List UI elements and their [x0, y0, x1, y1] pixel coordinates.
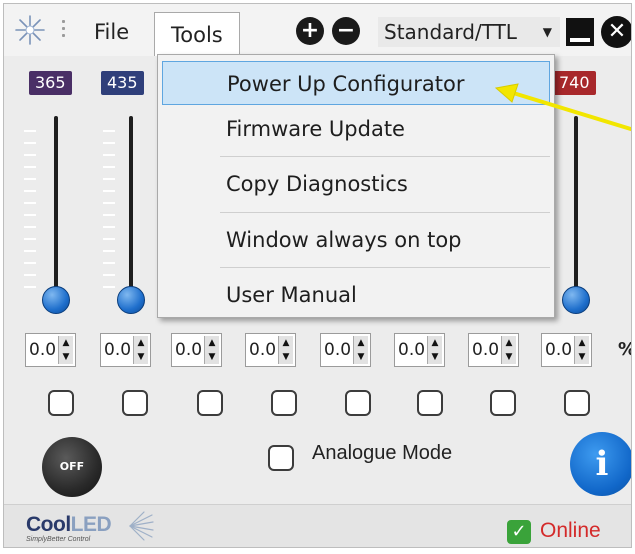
spinner-arrows-icon[interactable]: ▲ ▼	[204, 336, 219, 364]
coolled-logo: CoolLED	[26, 513, 112, 536]
channel-checkbox[interactable]	[48, 390, 74, 416]
channel-checkbox[interactable]	[417, 390, 443, 416]
intensity-value: 0.0	[398, 340, 426, 360]
app-logo-icon	[15, 15, 45, 45]
percent-unit-label: %	[618, 339, 631, 360]
intensity-value: 0.0	[29, 340, 57, 360]
intensity-value: 0.0	[324, 340, 352, 360]
analogue-mode-label: Analogue Mode	[312, 442, 453, 464]
intensity-spinner[interactable]: 0.0 ▲ ▼	[25, 333, 76, 367]
connection-status: Online	[540, 519, 601, 542]
intensity-value: 0.0	[104, 340, 132, 360]
analogue-mode-checkbox[interactable]	[268, 445, 294, 471]
intensity-spinner[interactable]: 0.0 ▲ ▼	[541, 333, 592, 367]
spinner-arrows-icon[interactable]: ▲ ▼	[427, 336, 442, 364]
minimize-icon	[570, 38, 590, 42]
coolled-control-window: File Tools + − Standard/TTL ▼ ✕ 365 435 …	[3, 3, 632, 548]
off-button[interactable]: OFF	[42, 437, 102, 497]
menu-item-user-manual[interactable]: User Manual	[162, 273, 550, 317]
wavelength-badge-435: 435	[101, 71, 144, 95]
checkmark-icon: ✓	[507, 520, 531, 544]
intensity-spinner[interactable]: 0.0 ▲ ▼	[245, 333, 296, 367]
slider-handle[interactable]	[42, 286, 70, 314]
close-button[interactable]: ✕	[601, 16, 631, 48]
intensity-spinner[interactable]: 0.0 ▲ ▼	[171, 333, 222, 367]
intensity-spinner[interactable]: 0.0 ▲ ▼	[320, 333, 371, 367]
intensity-value: 0.0	[472, 340, 500, 360]
mode-select[interactable]: Standard/TTL ▼	[378, 17, 560, 47]
intensity-spinner[interactable]: 0.0 ▲ ▼	[100, 333, 151, 367]
menu-tools[interactable]: Tools	[154, 12, 240, 56]
menu-separator	[220, 156, 550, 157]
spinner-arrows-icon[interactable]: ▲ ▼	[58, 336, 73, 364]
slider-scale	[103, 130, 115, 298]
status-footer: CoolLED SimplyBetter Control ✓ Online	[4, 504, 631, 547]
menu-grip-icon	[62, 20, 66, 40]
channel-checkbox[interactable]	[345, 390, 371, 416]
channel-checkbox[interactable]	[271, 390, 297, 416]
remove-icon[interactable]: −	[332, 17, 360, 45]
menu-bar: File Tools + − Standard/TTL ▼ ✕	[4, 4, 631, 56]
slider-track[interactable]	[54, 116, 58, 306]
spinner-arrows-icon[interactable]: ▲ ▼	[278, 336, 293, 364]
slider-handle[interactable]	[562, 286, 590, 314]
minimize-button[interactable]	[566, 18, 594, 46]
logo-burst-icon	[129, 511, 154, 541]
channel-checkbox[interactable]	[122, 390, 148, 416]
spinner-arrows-icon[interactable]: ▲ ▼	[574, 336, 589, 364]
intensity-value: 0.0	[249, 340, 277, 360]
slider-handle[interactable]	[117, 286, 145, 314]
annotation-arrow-icon	[494, 83, 631, 132]
menu-item-window-always-on-top[interactable]: Window always on top	[162, 218, 550, 262]
intensity-value: 0.0	[175, 340, 203, 360]
menu-item-copy-diagnostics[interactable]: Copy Diagnostics	[162, 162, 550, 206]
channel-checkbox[interactable]	[564, 390, 590, 416]
slider-track[interactable]	[129, 116, 133, 306]
menu-separator	[220, 267, 550, 268]
add-icon[interactable]: +	[296, 17, 324, 45]
menu-file[interactable]: File	[80, 14, 143, 50]
spinner-arrows-icon[interactable]: ▲ ▼	[133, 336, 148, 364]
info-button[interactable]: i	[570, 432, 631, 496]
chevron-down-icon: ▼	[542, 25, 552, 39]
menu-separator	[220, 212, 550, 213]
slider-scale	[24, 130, 36, 298]
spinner-arrows-icon[interactable]: ▲ ▼	[353, 336, 368, 364]
channel-checkbox[interactable]	[197, 390, 223, 416]
spinner-arrows-icon[interactable]: ▲ ▼	[501, 336, 516, 364]
brand-tagline: SimplyBetter Control	[26, 536, 91, 543]
mode-select-value: Standard/TTL	[384, 20, 517, 44]
channel-checkbox[interactable]	[490, 390, 516, 416]
intensity-spinner[interactable]: 0.0 ▲ ▼	[468, 333, 519, 367]
intensity-spinner[interactable]: 0.0 ▲ ▼	[394, 333, 445, 367]
wavelength-badge-365: 365	[29, 71, 72, 95]
intensity-value: 0.0	[545, 340, 573, 360]
